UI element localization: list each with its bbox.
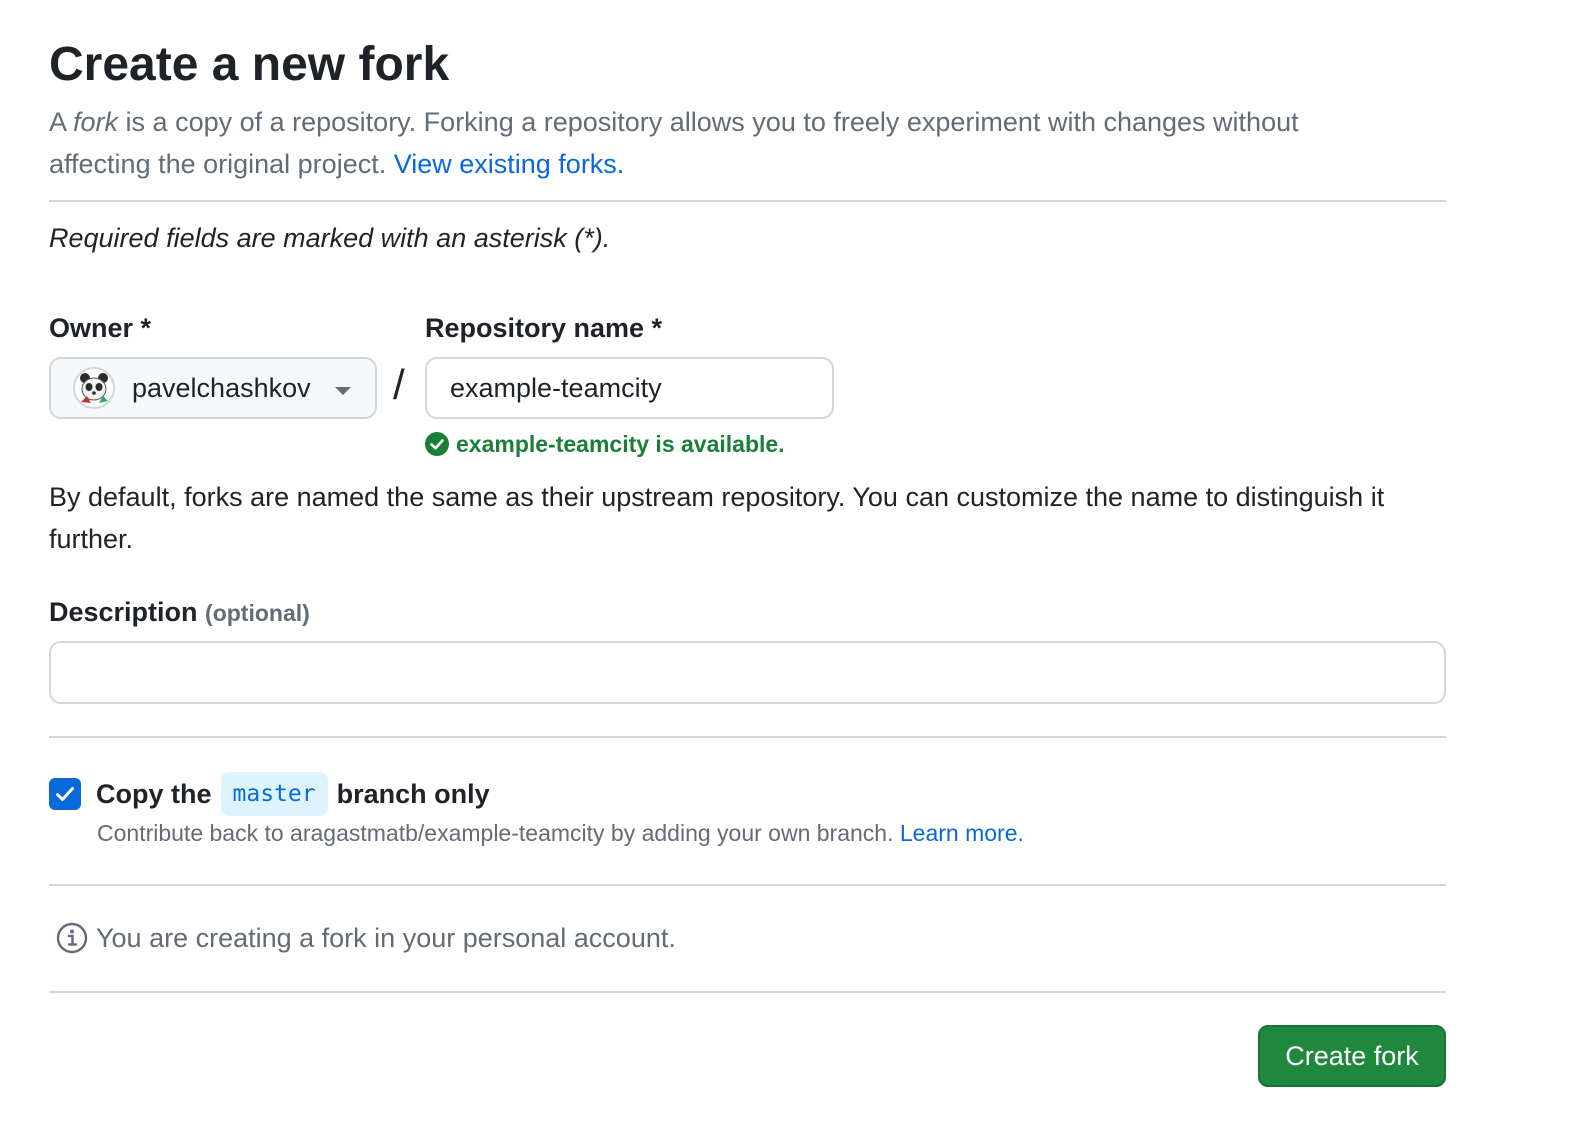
owner-label: Owner * <box>49 313 152 343</box>
default-name-note: By default, forks are named the same as … <box>49 482 1385 554</box>
divider <box>49 736 1446 738</box>
create-fork-button[interactable]: Create fork <box>1258 1025 1446 1087</box>
availability-text: example-teamcity is available. <box>456 431 785 457</box>
avatar <box>73 367 115 409</box>
repository-name-input[interactable] <box>425 357 834 419</box>
divider <box>49 991 1446 993</box>
intro-prefix: A <box>49 107 74 137</box>
personal-account-info: You are creating a fork in your personal… <box>56 918 676 958</box>
copy-branch-checkbox[interactable] <box>49 778 81 810</box>
copy-branch-label-prefix: Copy the <box>96 778 212 809</box>
intro-fork-word: fork <box>73 107 119 137</box>
copy-branch-help-text: Contribute back to aragastmatb/example-t… <box>97 820 900 846</box>
learn-more-link[interactable]: Learn more. <box>900 820 1024 846</box>
page-title: Create a new fork <box>49 38 450 91</box>
optional-tag: (optional) <box>205 600 310 626</box>
owner-name: pavelchashkov <box>132 373 311 403</box>
description-input[interactable] <box>49 641 1446 704</box>
divider <box>49 884 1446 886</box>
intro-body: is a copy of a repository. Forking a rep… <box>49 107 1299 179</box>
copy-branch-help: Contribute back to aragastmatb/example-t… <box>97 816 1024 850</box>
view-existing-forks-link[interactable]: View existing forks. <box>394 149 625 179</box>
info-icon <box>56 922 88 954</box>
caret-down-icon <box>335 387 351 395</box>
availability-message: example-teamcity is available. <box>425 428 785 460</box>
description-label: Description (optional) <box>49 594 310 631</box>
info-message: You are creating a fork in your personal… <box>96 923 676 953</box>
copy-branch-option: Copy the master branch only <box>49 772 490 816</box>
owner-select-button[interactable]: pavelchashkov <box>49 357 377 419</box>
intro-text: A fork is a copy of a repository. Forkin… <box>49 101 1389 185</box>
description-label-text: Description <box>49 597 198 627</box>
branch-name-chip: master <box>220 772 328 816</box>
check-circle-icon <box>425 432 449 456</box>
required-fields-note: Required fields are marked with an aster… <box>49 223 611 253</box>
copy-branch-label-suffix: branch only <box>336 778 490 809</box>
copy-branch-label[interactable]: Copy the master branch only <box>96 772 490 816</box>
checkmark-icon <box>56 787 74 801</box>
divider <box>49 200 1446 202</box>
owner-repo-separator: / <box>393 361 405 408</box>
repository-name-label: Repository name * <box>425 313 663 343</box>
